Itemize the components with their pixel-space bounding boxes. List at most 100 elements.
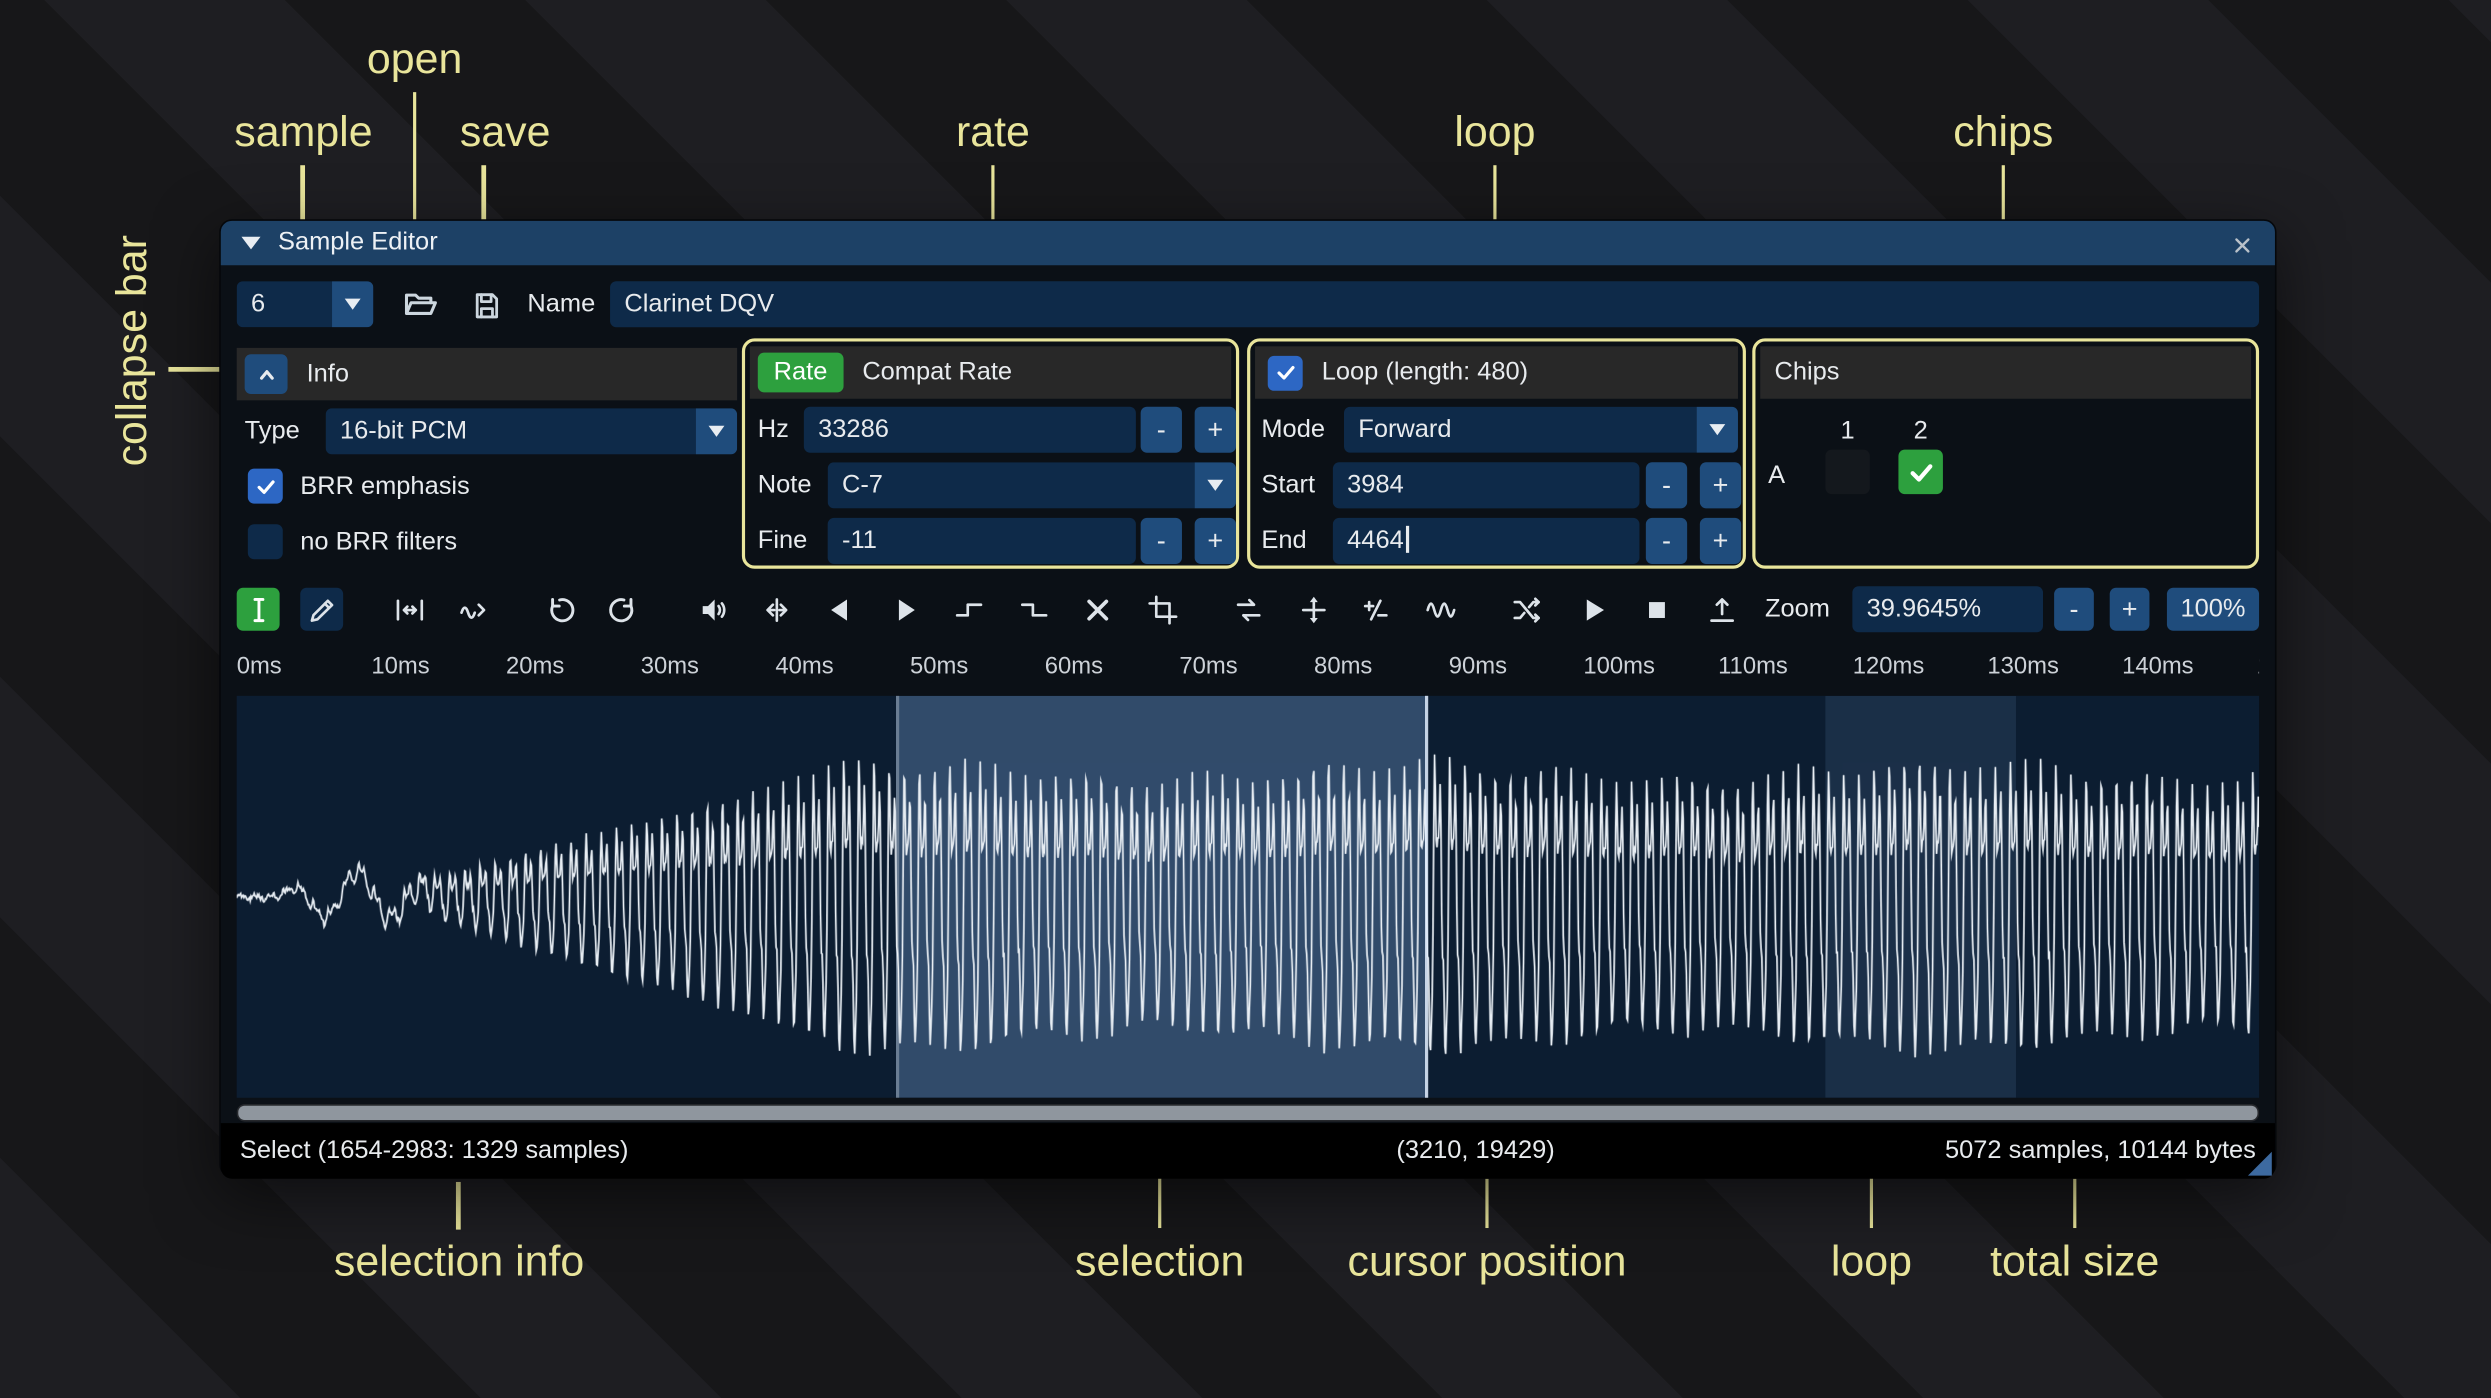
loop-start-field[interactable]: 3984 [1332,462,1640,509]
chips-panel: Chips 1 2 A [1752,338,2260,569]
zoom-label: Zoom [1764,595,1830,623]
loop-enable-checkbox[interactable] [1267,355,1303,391]
fade-out-button[interactable] [883,588,926,631]
check-icon [1909,463,1932,481]
loop-mode-value: Forward [1343,406,1697,453]
annotation-total-size: total size [1990,1237,2160,1286]
hz-minus-button[interactable]: - [1140,406,1182,453]
draw-tool-button[interactable] [300,587,344,631]
fine-minus-button[interactable]: - [1140,517,1182,564]
mode-label: Mode [1261,416,1325,444]
chip-1-checkbox[interactable] [1825,449,1870,495]
trim-button[interactable] [1141,588,1184,631]
horizontal-scrollbar[interactable] [236,1104,2260,1122]
type-label: Type [244,417,300,445]
ruler-label: 70ms [1179,652,1238,680]
ruler-label: 30ms [640,652,699,680]
ruler-label: 80ms [1314,652,1373,680]
chip-2-checkbox[interactable] [1898,449,1943,495]
note-select[interactable]: C-7 [827,462,1236,509]
info-header-label: Info [306,359,350,387]
loop-end-plus-button[interactable]: + [1699,517,1742,564]
close-button[interactable] [2224,227,2259,262]
fine-plus-button[interactable]: + [1194,517,1236,564]
type-dropdown-button[interactable] [695,408,738,455]
note-dropdown-button[interactable] [1194,462,1236,509]
save-button[interactable] [462,281,510,329]
note-value: C-7 [827,462,1195,509]
ruler-label: 60ms [1044,652,1103,680]
redo-icon [608,597,633,622]
check-icon [1276,365,1294,380]
filter-button[interactable] [1419,588,1462,631]
zoom-reset-button[interactable]: 100% [2166,587,2260,631]
loop-mode-select[interactable]: Forward [1343,406,1738,453]
sample-number-value: 6 [236,281,333,328]
fade-in-button[interactable] [818,588,861,631]
ruler-label: 100ms [1583,652,1655,680]
copy-to-wavetable-button[interactable] [1700,588,1743,631]
loop-start-plus-button[interactable]: + [1699,462,1742,509]
resize-button[interactable] [388,588,431,631]
annotation-line-cursor-position [1484,1178,1489,1229]
rate-panel: Rate Compat Rate Hz 33286 - + Note C-7 F… [741,338,1240,569]
reverse-button[interactable] [1226,588,1269,631]
status-bar: Select (1654-2983: 1329 samples) (3210, … [220,1123,2275,1179]
info-header: Info [236,347,738,401]
annotation-loop-bottom: loop [1830,1237,1912,1286]
window-collapse-icon[interactable] [241,236,261,250]
zoom-field[interactable]: 39.9645% [1852,586,2044,633]
rate-toggle-button[interactable]: Rate [757,352,844,393]
waveform-view[interactable] [236,695,2260,1098]
loop-mode-dropdown-button[interactable] [1696,406,1738,453]
sign-invert-button[interactable] [1354,588,1397,631]
total-size-text: 5072 samples, 10144 bytes [1945,1137,2256,1165]
info-panel: Info Type 16-bit PCM BRR emphasis no BRR… [236,347,738,566]
delete-button[interactable] [1076,588,1119,631]
text-cursor [1405,525,1409,553]
fade-in-icon [830,598,847,620]
invert-button[interactable] [1292,588,1335,631]
normalize-button[interactable] [755,588,798,631]
ruler-label: 150ms [2257,653,2259,680]
open-button[interactable] [396,281,444,329]
title-bar[interactable]: Sample Editor [220,220,2275,266]
scrollbar-thumb[interactable] [238,1105,2258,1120]
hz-field[interactable]: 33286 [803,406,1136,453]
fine-field[interactable]: -11 [827,517,1136,564]
select-tool-button[interactable] [236,587,280,631]
name-input[interactable]: Clarinet DQV [610,281,2260,328]
chip-row-label: A [1768,462,1786,490]
zoom-in-button[interactable]: + [2109,587,2150,631]
no-brr-filters-checkbox[interactable] [247,524,283,560]
collapse-info-button[interactable] [244,354,288,394]
waveform-canvas[interactable] [236,695,2260,1098]
loop-start-minus-button[interactable]: - [1645,462,1688,509]
resize-grip[interactable] [2247,1151,2272,1176]
annotation-collapse-bar: collapse bar [108,235,156,467]
redo-button[interactable] [602,588,645,631]
type-select[interactable]: 16-bit PCM [325,408,738,455]
sample-number-select[interactable]: 6 [236,281,374,328]
hz-plus-button[interactable]: + [1194,406,1236,453]
window-title: Sample Editor [278,228,438,256]
resample-button[interactable] [451,588,494,631]
preview-button[interactable] [1571,588,1614,631]
sample-number-dropdown-button[interactable] [332,281,374,328]
annotation-selection: selection [1075,1237,1245,1286]
apply-silence-button[interactable] [1012,588,1055,631]
reverse-icon [1235,597,1260,621]
crossfade-button[interactable] [1504,588,1547,631]
amplify-button[interactable] [691,588,734,631]
zoom-out-button[interactable]: - [2054,587,2094,631]
cursor-position-text: (3210, 19429) [1396,1137,1555,1165]
undo-button[interactable] [537,588,580,631]
annotation-cursor-position: cursor position [1347,1237,1627,1286]
loop-end-minus-button[interactable]: - [1645,517,1688,564]
loop-end-field[interactable]: 4464 [1332,517,1640,564]
annotation-chips: chips [1953,108,2054,156]
brr-emphasis-checkbox[interactable] [247,468,283,504]
stop-button[interactable] [1635,588,1678,631]
insert-silence-button[interactable] [947,588,990,631]
annotation-line-selection-info [455,1181,460,1230]
